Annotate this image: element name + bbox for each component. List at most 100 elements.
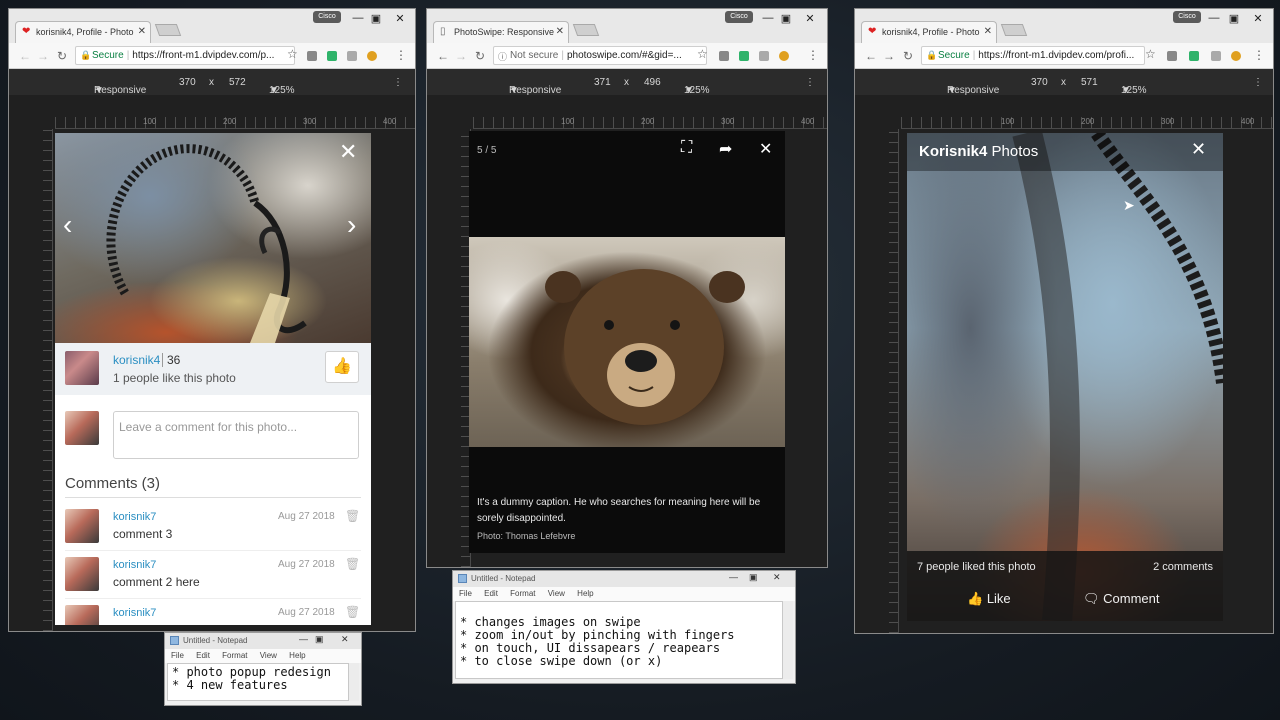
extension-icon[interactable]	[307, 51, 317, 61]
menu-edit[interactable]: Edit	[196, 651, 210, 660]
comment-input[interactable]: Leave a comment for this photo...	[113, 411, 359, 459]
reload-icon[interactable]: ↻	[903, 49, 913, 63]
bookmark-star-icon[interactable]: ☆	[697, 47, 708, 61]
minimize-button[interactable]: —	[351, 12, 365, 24]
browser-tab[interactable]: ▯ PhotoSwipe: Responsive ✕	[433, 21, 569, 43]
new-tab-button[interactable]	[1000, 24, 1028, 36]
width-field[interactable]: 370	[179, 77, 196, 88]
forward-icon[interactable]: →	[883, 49, 895, 63]
like-button[interactable]: 👍	[325, 351, 359, 383]
bookmark-star-icon[interactable]: ☆	[287, 47, 298, 61]
bear-photo[interactable]	[469, 237, 785, 447]
extension-icon[interactable]	[1167, 51, 1177, 61]
close-window-button[interactable]: ✕	[803, 12, 817, 25]
maximize-button[interactable]: ▣	[1227, 12, 1241, 25]
url-field[interactable]: 🔒 Secure | https://front-m1.dvipdev.com/p.…	[75, 46, 295, 65]
comment-username-link[interactable]: korisnik7	[113, 559, 156, 571]
devbar-menu-icon[interactable]: ⋮	[1253, 77, 1263, 88]
minimize-button[interactable]: —	[729, 572, 738, 582]
maximize-button[interactable]: ▣	[369, 12, 383, 25]
next-arrow-icon[interactable]: ›	[347, 209, 356, 241]
menu-dots-icon[interactable]: ⋮	[395, 48, 407, 62]
chrome-extension-icon[interactable]	[779, 51, 789, 61]
blurred-photo[interactable]	[907, 133, 1223, 621]
tab-close-icon[interactable]: ✕	[984, 26, 992, 37]
back-icon[interactable]: ←	[437, 49, 449, 63]
menu-format[interactable]: Format	[510, 589, 535, 598]
avatar[interactable]	[65, 509, 99, 543]
extension-icon[interactable]	[1211, 51, 1221, 61]
forward-icon[interactable]: →	[455, 49, 467, 63]
menu-file[interactable]: File	[171, 651, 184, 660]
extension-icon[interactable]	[739, 51, 749, 61]
owner-username-link[interactable]: korisnik4	[113, 353, 160, 367]
menu-format[interactable]: Format	[222, 651, 247, 660]
minimize-button[interactable]: —	[1207, 12, 1221, 24]
photo[interactable]: ✕ ‹ ›	[55, 133, 371, 343]
comment-button[interactable]: 🗨 Comment	[1083, 591, 1160, 607]
menu-dots-icon[interactable]: ⋮	[807, 48, 819, 62]
like-button[interactable]: 👍 Like	[967, 591, 1011, 607]
share-icon[interactable]: ➦	[719, 139, 732, 159]
browser-tab[interactable]: ❤ korisnik4, Profile - Photo ✕	[861, 21, 997, 43]
comment-username-link[interactable]: korisnik7	[113, 511, 156, 523]
scrollbar[interactable]	[783, 601, 793, 679]
devbar-menu-icon[interactable]: ⋮	[805, 77, 815, 88]
forward-icon[interactable]: →	[37, 49, 49, 63]
width-field[interactable]: 370	[1031, 77, 1048, 88]
maximize-button[interactable]: ▣	[315, 634, 324, 645]
menu-edit[interactable]: Edit	[484, 589, 498, 598]
devbar-menu-icon[interactable]: ⋮	[393, 77, 403, 88]
comment-username-link[interactable]: korisnik7	[113, 607, 156, 619]
chrome-extension-icon[interactable]	[1231, 51, 1241, 61]
tab-close-icon[interactable]: ✕	[556, 26, 564, 37]
scrollbar[interactable]	[349, 663, 359, 701]
close-window-button[interactable]: ✕	[341, 634, 349, 645]
close-icon[interactable]: ✕	[759, 139, 772, 159]
extension-icon[interactable]	[759, 51, 769, 61]
delete-trash-icon[interactable]: 🗑	[345, 605, 360, 619]
browser-tab[interactable]: ❤ korisnik4, Profile - Photo ✕	[15, 21, 151, 43]
menu-dots-icon[interactable]: ⋮	[1253, 48, 1265, 62]
avatar[interactable]	[65, 351, 99, 385]
comment-count[interactable]: 2 comments	[1153, 561, 1213, 573]
notepad-text-area[interactable]: * changes images on swipe * zoom in/out …	[455, 601, 783, 679]
extension-icon[interactable]	[719, 51, 729, 61]
menu-help[interactable]: Help	[289, 651, 305, 660]
height-field[interactable]: 496	[644, 77, 661, 88]
minimize-button[interactable]: —	[761, 12, 775, 24]
height-field[interactable]: 572	[229, 77, 246, 88]
new-tab-button[interactable]	[154, 24, 182, 36]
bookmark-star-icon[interactable]: ☆	[1145, 47, 1156, 61]
menu-view[interactable]: View	[548, 589, 565, 598]
delete-trash-icon[interactable]: 🗑	[345, 509, 360, 523]
close-icon[interactable]: ✕	[1191, 139, 1206, 160]
width-field[interactable]: 371	[594, 77, 611, 88]
url-field[interactable]: 🔒 Secure | https://front-m1.dvipdev.com/pr…	[921, 46, 1145, 65]
close-window-button[interactable]: ✕	[773, 572, 781, 583]
fullscreen-icon[interactable]: ⛶	[681, 139, 692, 157]
new-tab-button[interactable]	[572, 24, 600, 36]
menu-view[interactable]: View	[260, 651, 277, 660]
avatar[interactable]	[65, 557, 99, 591]
url-field[interactable]: ⓘ Not secure | photoswipe.com/#&gid=...	[493, 46, 707, 65]
extension-icon[interactable]	[1189, 51, 1199, 61]
maximize-button[interactable]: ▣	[779, 12, 793, 25]
tab-close-icon[interactable]: ✕	[138, 26, 146, 37]
reload-icon[interactable]: ↻	[57, 49, 67, 63]
close-window-button[interactable]: ✕	[1251, 12, 1265, 25]
extension-icon[interactable]	[347, 51, 357, 61]
menu-help[interactable]: Help	[577, 589, 593, 598]
minimize-button[interactable]: —	[299, 634, 308, 644]
delete-trash-icon[interactable]: 🗑	[345, 557, 360, 571]
notepad-text-area[interactable]: * photo popup redesign * 4 new features	[167, 663, 349, 701]
chrome-extension-icon[interactable]	[367, 51, 377, 61]
back-icon[interactable]: ←	[19, 49, 31, 63]
previous-arrow-icon[interactable]: ‹	[63, 209, 72, 241]
back-icon[interactable]: ←	[865, 49, 877, 63]
menu-file[interactable]: File	[459, 589, 472, 598]
extension-icon[interactable]	[327, 51, 337, 61]
avatar[interactable]	[65, 605, 99, 625]
height-field[interactable]: 571	[1081, 77, 1098, 88]
maximize-button[interactable]: ▣	[749, 572, 758, 583]
